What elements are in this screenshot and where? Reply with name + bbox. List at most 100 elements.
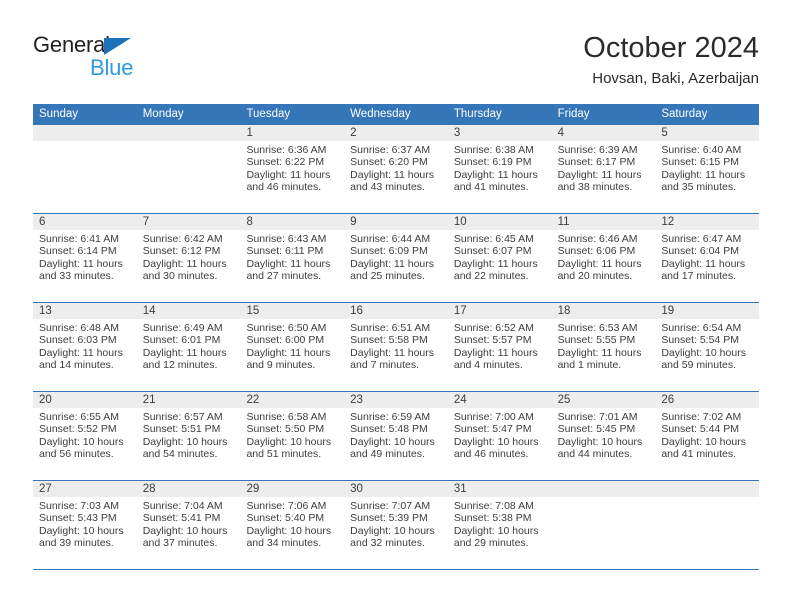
generalblue-logo[interactable]: General Blue xyxy=(33,32,233,88)
day-cell-empty xyxy=(136,125,241,213)
day-cell[interactable]: 23 Sunrise: 6:59 AM Sunset: 5:48 PM Dayligh… xyxy=(344,392,448,480)
sunrise-text: Sunrise: 6:44 AM xyxy=(350,233,431,245)
sunrise-text: Sunrise: 6:36 AM xyxy=(246,144,327,156)
day-cell[interactable]: 30 Sunrise: 7:07 AM Sunset: 5:39 PM Dayligh… xyxy=(344,481,448,569)
sunset-text: Sunset: 6:15 PM xyxy=(661,156,739,169)
day-cell-empty xyxy=(655,481,760,569)
daylight-text-line1: Daylight: 11 hours xyxy=(557,346,642,359)
sunset-text: Sunset: 6:11 PM xyxy=(246,245,324,258)
daylight-text-line1: Daylight: 11 hours xyxy=(350,346,435,359)
daylight-text-line1: Daylight: 10 hours xyxy=(39,435,124,448)
day-cell[interactable]: 14 Sunrise: 6:49 AM Sunset: 6:01 PM Dayligh… xyxy=(136,303,241,391)
day-cell[interactable]: 2 Sunrise: 6:37 AM Sunset: 6:20 PM Daylight… xyxy=(344,125,448,213)
day-info xyxy=(33,141,137,213)
calendar-week-row: 13 Sunrise: 6:48 AM Sunset: 6:03 PM Dayligh… xyxy=(33,303,760,392)
sunrise-text: Sunrise: 7:01 AM xyxy=(557,411,638,423)
weekday-header-tuesday: Tuesday xyxy=(246,108,291,120)
day-info: Sunrise: 7:08 AM Sunset: 5:38 PM Daylight:… xyxy=(448,497,552,569)
day-cell[interactable]: 9 Sunrise: 6:44 AM Sunset: 6:09 PM Daylight… xyxy=(344,214,448,302)
sunset-text: Sunset: 5:41 PM xyxy=(142,512,221,525)
day-cell[interactable]: 25 Sunrise: 7:01 AM Sunset: 5:45 PM Dayligh… xyxy=(551,392,656,480)
day-cell[interactable]: 3 Sunrise: 6:38 AM Sunset: 6:19 PM Daylight… xyxy=(447,125,552,213)
weekday-header-saturday: Saturday xyxy=(661,108,708,120)
sunset-text: Sunset: 5:57 PM xyxy=(453,334,532,347)
day-cell[interactable]: 11 Sunrise: 6:46 AM Sunset: 6:06 PM Dayligh… xyxy=(551,214,656,302)
day-cell[interactable]: 24 Sunrise: 7:00 AM Sunset: 5:47 PM Dayligh… xyxy=(447,392,552,480)
daylight-text-line1: Daylight: 11 hours xyxy=(557,168,642,181)
calendar-week-cells: 13 Sunrise: 6:48 AM Sunset: 6:03 PM Dayligh… xyxy=(33,303,760,391)
day-cell[interactable]: 8 Sunrise: 6:43 AM Sunset: 6:11 PM Daylight… xyxy=(240,214,345,302)
daylight-text-line1: Daylight: 10 hours xyxy=(246,435,332,448)
sunrise-text: Sunrise: 7:02 AM xyxy=(661,411,742,423)
day-cell[interactable]: 31 Sunrise: 7:08 AM Sunset: 5:38 PM Dayligh… xyxy=(447,481,552,569)
day-cell[interactable]: 17 Sunrise: 6:52 AM Sunset: 5:57 PM Dayligh… xyxy=(447,303,552,391)
day-number: 18 xyxy=(551,303,656,319)
daylight-text-line2: and 35 minutes. xyxy=(661,181,737,194)
day-number: 27 xyxy=(33,481,137,497)
day-info: Sunrise: 6:55 AM Sunset: 5:52 PM Daylight:… xyxy=(33,408,137,480)
day-number: 25 xyxy=(551,392,656,408)
sunrise-text: Sunrise: 6:37 AM xyxy=(350,144,431,156)
day-info xyxy=(137,141,241,213)
day-number: 12 xyxy=(655,214,760,230)
day-cell[interactable]: 19 Sunrise: 6:54 AM Sunset: 5:54 PM Dayligh… xyxy=(655,303,760,391)
day-cell[interactable]: 12 Sunrise: 6:47 AM Sunset: 6:04 PM Dayligh… xyxy=(655,214,760,302)
day-cell[interactable]: 7 Sunrise: 6:42 AM Sunset: 6:12 PM Daylight… xyxy=(136,214,241,302)
day-number: 24 xyxy=(447,392,552,408)
daylight-text-line1: Daylight: 11 hours xyxy=(39,257,123,270)
sunset-text: Sunset: 6:14 PM xyxy=(39,245,117,258)
daylight-text-line1: Daylight: 11 hours xyxy=(453,168,538,181)
sunset-text: Sunset: 5:40 PM xyxy=(246,512,325,525)
sunset-text: Sunset: 5:48 PM xyxy=(350,423,428,436)
calendar-grid: Sunday Monday Tuesday Wednesday Thursday… xyxy=(33,104,760,570)
day-cell[interactable]: 21 Sunrise: 6:57 AM Sunset: 5:51 PM Dayligh… xyxy=(136,392,241,480)
sunrise-text: Sunrise: 6:42 AM xyxy=(142,233,223,245)
daylight-text-line1: Daylight: 10 hours xyxy=(661,346,746,359)
day-cell[interactable]: 1 Sunrise: 6:36 AM Sunset: 6:22 PM Daylight… xyxy=(240,125,345,213)
day-cell-empty xyxy=(551,481,656,569)
day-number: 10 xyxy=(447,214,552,230)
day-cell[interactable]: 13 Sunrise: 6:48 AM Sunset: 6:03 PM Dayligh… xyxy=(33,303,137,391)
day-cell[interactable]: 16 Sunrise: 6:51 AM Sunset: 5:58 PM Dayligh… xyxy=(344,303,448,391)
day-info: Sunrise: 6:49 AM Sunset: 6:01 PM Daylight:… xyxy=(137,319,241,391)
daylight-text-line2: and 54 minutes. xyxy=(142,448,218,461)
day-info: Sunrise: 7:01 AM Sunset: 5:45 PM Daylight:… xyxy=(552,408,656,480)
sunrise-text: Sunrise: 7:04 AM xyxy=(142,500,223,512)
day-cell[interactable]: 20 Sunrise: 6:55 AM Sunset: 5:52 PM Dayligh… xyxy=(33,392,137,480)
day-cell[interactable]: 6 Sunrise: 6:41 AM Sunset: 6:14 PM Daylight… xyxy=(33,214,137,302)
daylight-text-line2: and 20 minutes. xyxy=(557,270,633,283)
day-cell[interactable]: 10 Sunrise: 6:45 AM Sunset: 6:07 PM Dayligh… xyxy=(447,214,552,302)
calendar-week-row: 6 Sunrise: 6:41 AM Sunset: 6:14 PM Daylight… xyxy=(33,214,760,303)
daylight-text-line1: Daylight: 10 hours xyxy=(142,435,228,448)
weekday-header-sunday: Sunday xyxy=(39,108,79,120)
sunset-text: Sunset: 5:43 PM xyxy=(39,512,117,525)
day-cell[interactable]: 28 Sunrise: 7:04 AM Sunset: 5:41 PM Dayligh… xyxy=(136,481,241,569)
day-cell[interactable]: 29 Sunrise: 7:06 AM Sunset: 5:40 PM Dayligh… xyxy=(240,481,345,569)
day-number: 17 xyxy=(447,303,552,319)
sunrise-text: Sunrise: 6:59 AM xyxy=(350,411,431,423)
weekday-header-thursday: Thursday xyxy=(453,108,502,120)
daylight-text-line2: and 7 minutes. xyxy=(350,359,420,372)
day-cell[interactable]: 15 Sunrise: 6:50 AM Sunset: 6:00 PM Dayligh… xyxy=(240,303,345,391)
day-info: Sunrise: 6:36 AM Sunset: 6:22 PM Daylight:… xyxy=(240,141,344,213)
sunrise-text: Sunrise: 6:40 AM xyxy=(661,144,742,156)
day-info: Sunrise: 7:04 AM Sunset: 5:41 PM Daylight:… xyxy=(137,497,241,569)
day-cell[interactable]: 18 Sunrise: 6:53 AM Sunset: 5:55 PM Dayligh… xyxy=(551,303,656,391)
day-cell[interactable]: 26 Sunrise: 7:02 AM Sunset: 5:44 PM Dayligh… xyxy=(655,392,760,480)
day-cell[interactable]: 27 Sunrise: 7:03 AM Sunset: 5:43 PM Dayligh… xyxy=(33,481,137,569)
sunset-text: Sunset: 6:09 PM xyxy=(350,245,428,258)
triangle-icon xyxy=(104,38,131,55)
day-number: 4 xyxy=(551,125,656,141)
daylight-text-line2: and 59 minutes. xyxy=(661,359,737,372)
day-number: 26 xyxy=(655,392,760,408)
sunset-text: Sunset: 6:20 PM xyxy=(350,156,428,169)
day-cell[interactable]: 4 Sunrise: 6:39 AM Sunset: 6:17 PM Daylight… xyxy=(551,125,656,213)
sunrise-text: Sunrise: 6:58 AM xyxy=(246,411,327,423)
sunrise-text: Sunrise: 7:08 AM xyxy=(453,500,534,512)
day-cell[interactable]: 22 Sunrise: 6:58 AM Sunset: 5:50 PM Dayligh… xyxy=(240,392,345,480)
day-info: Sunrise: 6:54 AM Sunset: 5:54 PM Daylight:… xyxy=(655,319,759,391)
calendar-week-cells: 27 Sunrise: 7:03 AM Sunset: 5:43 PM Dayligh… xyxy=(33,481,760,569)
daylight-text-line1: Daylight: 11 hours xyxy=(557,257,642,270)
day-cell[interactable]: 5 Sunrise: 6:40 AM Sunset: 6:15 PM Daylight… xyxy=(655,125,760,213)
day-info: Sunrise: 7:02 AM Sunset: 5:44 PM Daylight:… xyxy=(655,408,759,480)
